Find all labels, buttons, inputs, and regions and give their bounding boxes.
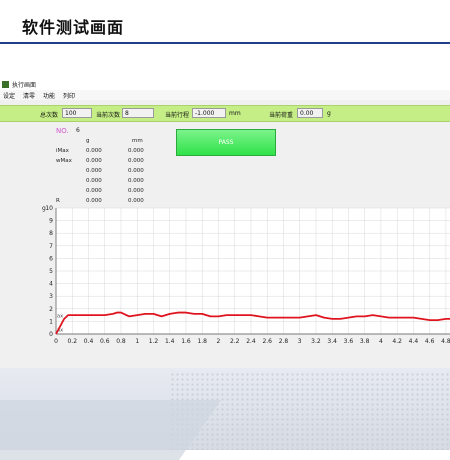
x-tick-label: 2 (217, 338, 221, 345)
y-tick-label: 1 (49, 318, 53, 325)
x-tick-label: 2.2 (230, 338, 240, 345)
x-tick-label: 0 (54, 338, 58, 345)
background-stripe (0, 400, 222, 460)
current-count-label: 当前次数 (96, 112, 121, 119)
x-tick-label: 3.2 (311, 338, 321, 345)
status-toolbar: 总次数 100 当前次数 8 当前行程 -1.000 mm 当前荷重 0.00 … (0, 105, 450, 122)
no-value: 6 (76, 127, 80, 134)
stats-row-g: 0.000 (86, 158, 102, 164)
stats-row-mm: 0.000 (128, 168, 144, 174)
y-tick-label: 9 (49, 218, 53, 225)
current-count-field[interactable]: 8 (122, 108, 154, 118)
menu-item-function[interactable]: 功能 (43, 91, 55, 100)
current-stroke-label: 当前行程 (165, 112, 190, 119)
menu-bar: 设定 清零 功能 列印 (0, 90, 450, 100)
load-unit: g (327, 110, 331, 117)
x-tick-label: 4.6 (425, 338, 435, 345)
x-tick-label: 1.4 (165, 338, 175, 345)
stats-row-g: 0.000 (86, 178, 102, 184)
current-load-field[interactable]: 0.00 (297, 108, 323, 118)
window-title: 执行画面 (12, 81, 37, 89)
total-count-field[interactable]: 100 (62, 108, 92, 118)
app-window: 执行画面 设定 清零 功能 列印 总次数 100 当前次数 8 当前行程 -1.… (0, 78, 450, 368)
stats-row-mm: 0.000 (128, 148, 144, 154)
title-divider (0, 42, 450, 44)
x-tick-label: 1.2 (149, 338, 159, 345)
stats-row-label: iMax (56, 148, 69, 154)
menu-item-reset[interactable]: 清零 (23, 91, 35, 100)
x-tick-label: 3.6 (344, 338, 354, 345)
stats-row-g: 0.000 (86, 188, 102, 194)
y-axis-label: g (42, 205, 46, 212)
chart-annotation: ax (57, 314, 63, 320)
pass-result-button[interactable]: PASS (176, 129, 276, 156)
y-tick-label: 10 (45, 205, 53, 212)
load-chart: 0 1 2 3 4 5 6 7 8 9 10 0 0.2 0.4 0.6 0.8 1 1.2 1.4 1.6 1.8 2 2… (42, 205, 450, 345)
menu-item-settings[interactable]: 设定 (3, 91, 15, 100)
x-tick-label: 0.2 (67, 338, 77, 345)
x-tick-label: 1 (135, 338, 139, 345)
x-tick-label: 3 (298, 338, 302, 345)
x-tick-label: 1.8 (197, 338, 207, 345)
x-tick-label: 2.4 (246, 338, 256, 345)
x-tick-label: 2.6 (262, 338, 272, 345)
y-tick-label: 5 (49, 268, 53, 275)
stats-row-mm: 0.000 (128, 158, 144, 164)
stats-row-mm: 0.000 (128, 188, 144, 194)
stats-row-mm: 0.000 (128, 178, 144, 184)
y-tick-label: 7 (49, 243, 53, 250)
y-tick-label: 4 (49, 281, 53, 288)
x-tick-label: 0.4 (84, 338, 94, 345)
stats-header-mm: mm (132, 138, 143, 144)
no-label: NO. (56, 127, 69, 135)
x-tick-label: 3.8 (360, 338, 370, 345)
stroke-unit: mm (229, 110, 241, 117)
y-tick-label: 6 (49, 255, 53, 262)
current-load-label: 当前荷重 (269, 112, 294, 119)
current-stroke-field[interactable]: -1.000 (192, 108, 226, 118)
slide-title: 软件测试画面 (22, 18, 125, 37)
stats-row-g: 0.000 (86, 148, 102, 154)
stats-header-g: g (86, 138, 90, 144)
stats-row-g: 0.000 (86, 168, 102, 174)
x-tick-label: 2.8 (279, 338, 289, 345)
x-tick-label: 4.8 (441, 338, 450, 345)
x-tick-label: 3.4 (327, 338, 337, 345)
y-tick-label: 2 (49, 306, 53, 313)
window-titlebar: 执行画面 (0, 78, 450, 90)
y-tick-label: 3 (49, 293, 53, 300)
x-tick-label: 0.6 (100, 338, 110, 345)
x-tick-label: 4.4 (409, 338, 419, 345)
y-tick-label: 8 (49, 230, 53, 237)
y-tick-label: 0 (49, 331, 53, 338)
pass-result-label: PASS (218, 139, 234, 146)
x-tick-label: 4.2 (392, 338, 402, 345)
menu-item-print[interactable]: 列印 (63, 91, 75, 100)
x-tick-label: 0.8 (116, 338, 126, 345)
x-tick-label: 1.6 (181, 338, 191, 345)
total-count-label: 总次数 (40, 112, 59, 119)
stats-row-label: wMax (56, 158, 72, 164)
app-icon (2, 80, 9, 88)
x-tick-label: 4 (379, 338, 383, 345)
